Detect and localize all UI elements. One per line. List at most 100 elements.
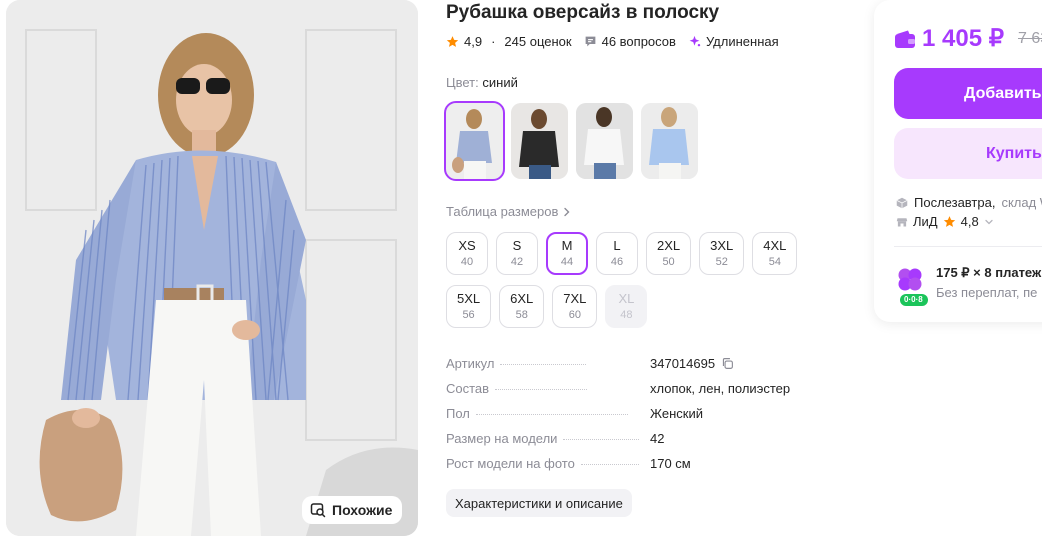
- size-label: 7XL: [563, 291, 587, 307]
- spec-row: Пол Женский: [446, 406, 806, 431]
- questions-count: 46 вопросов: [601, 34, 676, 49]
- spec-leader: [475, 414, 628, 415]
- specs-description-button[interactable]: Характеристики и описание: [446, 489, 632, 517]
- size-label: 2XL: [657, 238, 681, 254]
- spec-leader: [580, 464, 639, 465]
- installment-subtext: Без переплат, пе: [936, 285, 1038, 300]
- size-option-selected[interactable]: M 44: [546, 232, 588, 275]
- spec-leader: [563, 439, 640, 440]
- spec-row: Артикул 347014695: [446, 356, 806, 381]
- size-option[interactable]: S 42: [496, 232, 538, 275]
- seller-info[interactable]: ЛиД 4,8: [896, 214, 994, 229]
- product-meta: 4,9 · 245 оценок 46 вопросов Удлиненная: [446, 34, 791, 49]
- size-selector: XS 40 S 42 M 44 L 46 2XL 50 3XL 52 4XL 54 5XL 56…: [446, 232, 826, 328]
- size-ru: 58: [515, 308, 528, 321]
- spec-key: Артикул: [446, 356, 495, 371]
- feature-badge: Удлиненная: [688, 34, 779, 49]
- size-label: XS: [458, 238, 476, 254]
- installment-icon: 0·0·8: [894, 265, 928, 306]
- copy-icon[interactable]: [721, 357, 734, 370]
- product-main-photo[interactable]: Похожие: [6, 0, 418, 536]
- size-ru: 60: [568, 308, 581, 321]
- size-label: 4XL: [763, 238, 787, 254]
- size-option[interactable]: XS 40: [446, 232, 488, 275]
- color-swatches: [444, 101, 698, 181]
- size-option-unavailable: XL 48: [605, 285, 648, 328]
- questions-link[interactable]: 46 вопросов: [584, 34, 676, 49]
- spec-leader: [495, 389, 588, 390]
- size-label: 5XL: [457, 291, 481, 307]
- buy-now-button[interactable]: Купить: [894, 128, 1042, 179]
- color-label-text: Цвет:: [446, 75, 479, 90]
- size-table-link[interactable]: Таблица размеров: [446, 204, 572, 219]
- size-option[interactable]: L 46: [596, 232, 638, 275]
- swatch-thumbnail: [641, 103, 698, 179]
- spec-row: Размер на модели 42: [446, 431, 806, 456]
- chevron-down-icon: [985, 219, 993, 224]
- spec-key: Размер на модели: [446, 431, 558, 446]
- size-label: L: [613, 238, 621, 254]
- spec-value: 347014695: [650, 356, 734, 371]
- swatch-thumbnail: [511, 103, 568, 179]
- seller-name: ЛиД: [913, 214, 938, 229]
- size-option[interactable]: 4XL 54: [752, 232, 798, 275]
- size-ru: 42: [510, 255, 524, 268]
- sparkle-icon: [689, 35, 701, 47]
- color-swatch-blue-stripe[interactable]: [444, 101, 505, 181]
- color-swatch-black[interactable]: [511, 103, 568, 179]
- spec-value: Женский: [650, 406, 703, 421]
- rating-link[interactable]: 4,9 · 245 оценок: [446, 34, 572, 49]
- similar-items-label: Похожие: [332, 502, 393, 518]
- size-ru: 54: [768, 255, 781, 268]
- shop-icon: [896, 217, 908, 226]
- spec-value: 42: [650, 431, 665, 446]
- similar-search-icon: [310, 503, 326, 518]
- spec-row: Состав хлопок, лен, полиэстер: [446, 381, 806, 406]
- purchase-card: 1 405 ₽ 7 63 Добавить Купить Послезавтра…: [874, 0, 1042, 322]
- size-option[interactable]: 7XL 60: [552, 285, 598, 328]
- installment-text: 175 ₽ × 8 платеж: [936, 265, 1042, 280]
- size-option[interactable]: 6XL 58: [499, 285, 545, 328]
- size-option[interactable]: 2XL 50: [646, 232, 692, 275]
- size-label: 6XL: [510, 291, 534, 307]
- size-ru: 48: [620, 308, 633, 321]
- rating-separator: ·: [491, 34, 496, 49]
- size-label: M: [561, 238, 573, 254]
- color-swatch-light-blue[interactable]: [641, 103, 698, 179]
- specs-list: Артикул 347014695 Состав хлопок, лен, по…: [446, 356, 806, 481]
- swatch-thumbnail: [576, 103, 633, 179]
- size-label: XL: [618, 291, 635, 307]
- delivery-date: Послезавтра,: [914, 195, 996, 210]
- chevron-right-icon: [564, 207, 570, 216]
- similar-items-button[interactable]: Похожие: [302, 496, 403, 524]
- installment-badge: 0·0·8: [904, 295, 923, 304]
- size-ru: 52: [715, 255, 728, 268]
- seller-rating: 4,8: [960, 214, 979, 229]
- spec-key: Рост модели на фото: [446, 456, 575, 471]
- size-option[interactable]: 5XL 56: [446, 285, 492, 328]
- delivery-warehouse: склад W: [1001, 195, 1042, 210]
- add-to-cart-button[interactable]: Добавить: [894, 68, 1042, 119]
- product-photo-illustration: [6, 0, 418, 536]
- delivery-info: Послезавтра, склад W: [896, 195, 1042, 210]
- article-number: 347014695: [650, 356, 716, 371]
- rating-value: 4,9: [464, 34, 483, 49]
- color-label: Цвет: синий: [446, 75, 518, 90]
- size-ru: 40: [460, 255, 474, 268]
- spec-key: Состав: [446, 381, 490, 396]
- size-option[interactable]: 3XL 52: [699, 232, 745, 275]
- current-price: 1 405 ₽: [922, 25, 1004, 52]
- color-value: синий: [482, 75, 518, 90]
- spec-value: 170 см: [650, 456, 691, 471]
- question-bubble-icon: [585, 36, 595, 47]
- color-swatch-white[interactable]: [576, 103, 633, 179]
- star-icon: [943, 216, 955, 227]
- star-icon: [446, 36, 459, 47]
- spec-row: Рост модели на фото 170 см: [446, 456, 806, 481]
- size-label: 3XL: [710, 238, 734, 254]
- product-title: Рубашка оверсайз в полоску: [446, 2, 720, 23]
- size-label: S: [512, 238, 522, 254]
- size-ru: 56: [462, 308, 475, 321]
- spec-value: хлопок, лен, полиэстер: [650, 381, 791, 396]
- size-ru: 44: [560, 255, 574, 268]
